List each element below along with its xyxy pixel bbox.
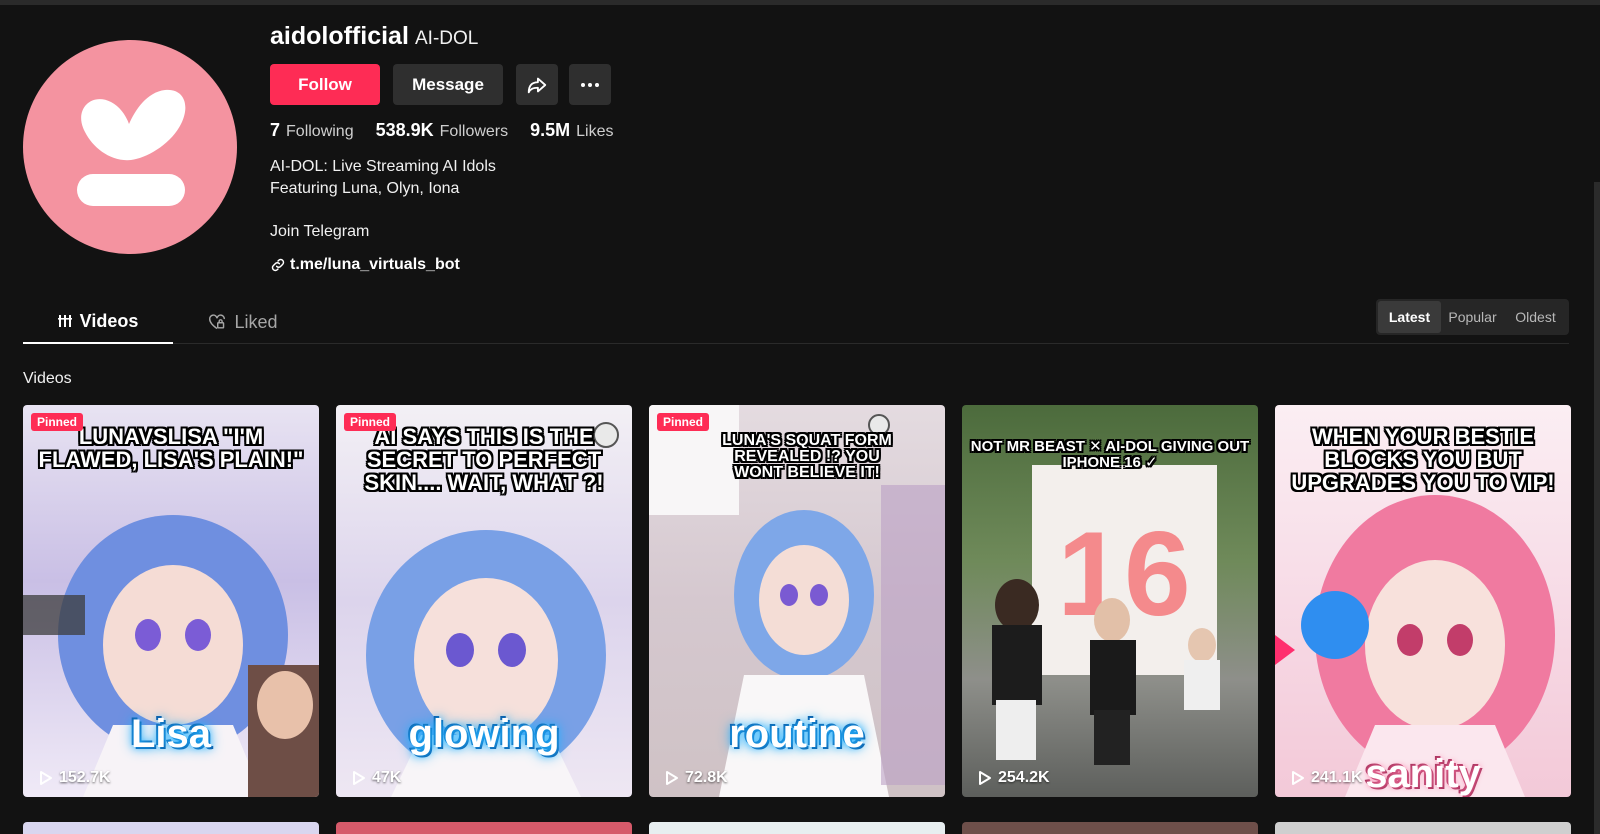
profile-link[interactable]: t.me/luna_virtuals_bot	[270, 256, 460, 274]
tab-videos[interactable]: Videos	[23, 300, 173, 344]
top-divider	[0, 0, 1600, 5]
stat-following[interactable]: 7 Following	[270, 120, 354, 141]
message-button[interactable]: Message	[393, 64, 503, 105]
sort-oldest[interactable]: Oldest	[1504, 301, 1567, 333]
view-count: 241.1K	[1291, 769, 1363, 787]
profile-bio: AI-DOL: Live Streaming AI Idols Featurin…	[270, 156, 496, 243]
video-caption: NOT MR BEAST ✕ AI-DOL GIVING OUT IPHONE …	[970, 438, 1250, 471]
video-card[interactable]: Pinned LUNAVSLISA "I'M FLAWED, LISA'S PL…	[23, 405, 319, 797]
profile-avatar[interactable]	[23, 40, 237, 254]
sort-popular[interactable]: Popular	[1441, 301, 1504, 333]
video-card[interactable]: Pinned LUNA'S SQUAT FORM REVEALED !? YOU…	[649, 405, 945, 797]
bio-line: Featuring Luna, Olyn, Iona	[270, 180, 460, 197]
video-grid: Pinned LUNAVSLISA "I'M FLAWED, LISA'S PL…	[23, 405, 1571, 797]
video-card[interactable]	[23, 822, 319, 834]
play-icon	[353, 771, 365, 785]
video-caption: LUNAVSLISA "I'M FLAWED, LISA'S PLAIN!"	[38, 424, 304, 472]
profile-nickname: AI-DOL	[415, 28, 479, 49]
profile-stats: 7 Following 538.9K Followers 9.5M Likes	[270, 120, 614, 141]
pinned-badge: Pinned	[31, 413, 84, 431]
video-overlay-word: routine	[729, 712, 865, 756]
bio-line: Join Telegram	[270, 223, 370, 240]
section-heading: Videos	[23, 370, 72, 387]
video-caption: AI SAYS THIS IS THE SECRET TO PERFECT SK…	[364, 424, 604, 495]
pinned-badge: Pinned	[344, 413, 397, 431]
play-icon	[1292, 771, 1304, 785]
view-count: 47K	[352, 769, 401, 787]
stat-likes: 9.5M Likes	[530, 120, 614, 140]
profile-link-text: t.me/luna_virtuals_bot	[290, 256, 460, 273]
view-count: 254.2K	[978, 769, 1050, 787]
view-count: 72.8K	[665, 769, 728, 787]
profile-tabs: Videos Liked	[23, 300, 1569, 344]
tab-liked[interactable]: Liked	[188, 300, 298, 344]
share-icon	[527, 77, 547, 93]
play-icon	[666, 771, 678, 785]
video-overlay-word: glowing	[408, 712, 560, 756]
stat-followers[interactable]: 538.9K Followers	[376, 120, 509, 141]
video-card[interactable]: WHEN YOUR BESTIE BLOCKS YOU BUT UPGRADES…	[1275, 405, 1571, 797]
sort-latest[interactable]: Latest	[1378, 301, 1441, 333]
video-card[interactable]	[336, 822, 632, 834]
video-caption: WHEN YOUR BESTIE BLOCKS YOU BUT UPGRADES…	[1291, 424, 1555, 495]
play-icon	[979, 771, 991, 785]
follow-button[interactable]: Follow	[270, 64, 380, 105]
share-button[interactable]	[516, 64, 558, 105]
video-card[interactable]	[962, 822, 1258, 834]
play-icon	[40, 771, 52, 785]
profile-username: aidolofficial	[270, 22, 409, 50]
video-card[interactable]	[649, 822, 945, 834]
page-scrollbar[interactable]	[1594, 182, 1600, 834]
video-caption: LUNA'S SQUAT FORM REVEALED !? YOU WONT B…	[722, 432, 892, 481]
video-overlay-word: Lisa	[130, 712, 212, 756]
video-card[interactable]: 16 NOT MR BEAST ✕ AI-DOL GIVING OUT IPHO…	[962, 405, 1258, 797]
bio-line: AI-DOL: Live Streaming AI Idols	[270, 158, 496, 175]
link-icon	[271, 258, 285, 272]
heart-lock-icon	[209, 314, 226, 330]
sort-control: Latest Popular Oldest	[1376, 299, 1569, 335]
more-icon	[581, 82, 599, 87]
next-row-thumbnails	[23, 822, 1571, 834]
video-card[interactable]	[1275, 822, 1571, 834]
video-card[interactable]: Pinned AI SAYS THIS IS THE SECRET TO PER…	[336, 405, 632, 797]
grid-icon	[57, 315, 72, 327]
pinned-badge: Pinned	[657, 413, 710, 431]
view-count: 152.7K	[39, 769, 111, 787]
more-options-button[interactable]	[569, 64, 611, 105]
